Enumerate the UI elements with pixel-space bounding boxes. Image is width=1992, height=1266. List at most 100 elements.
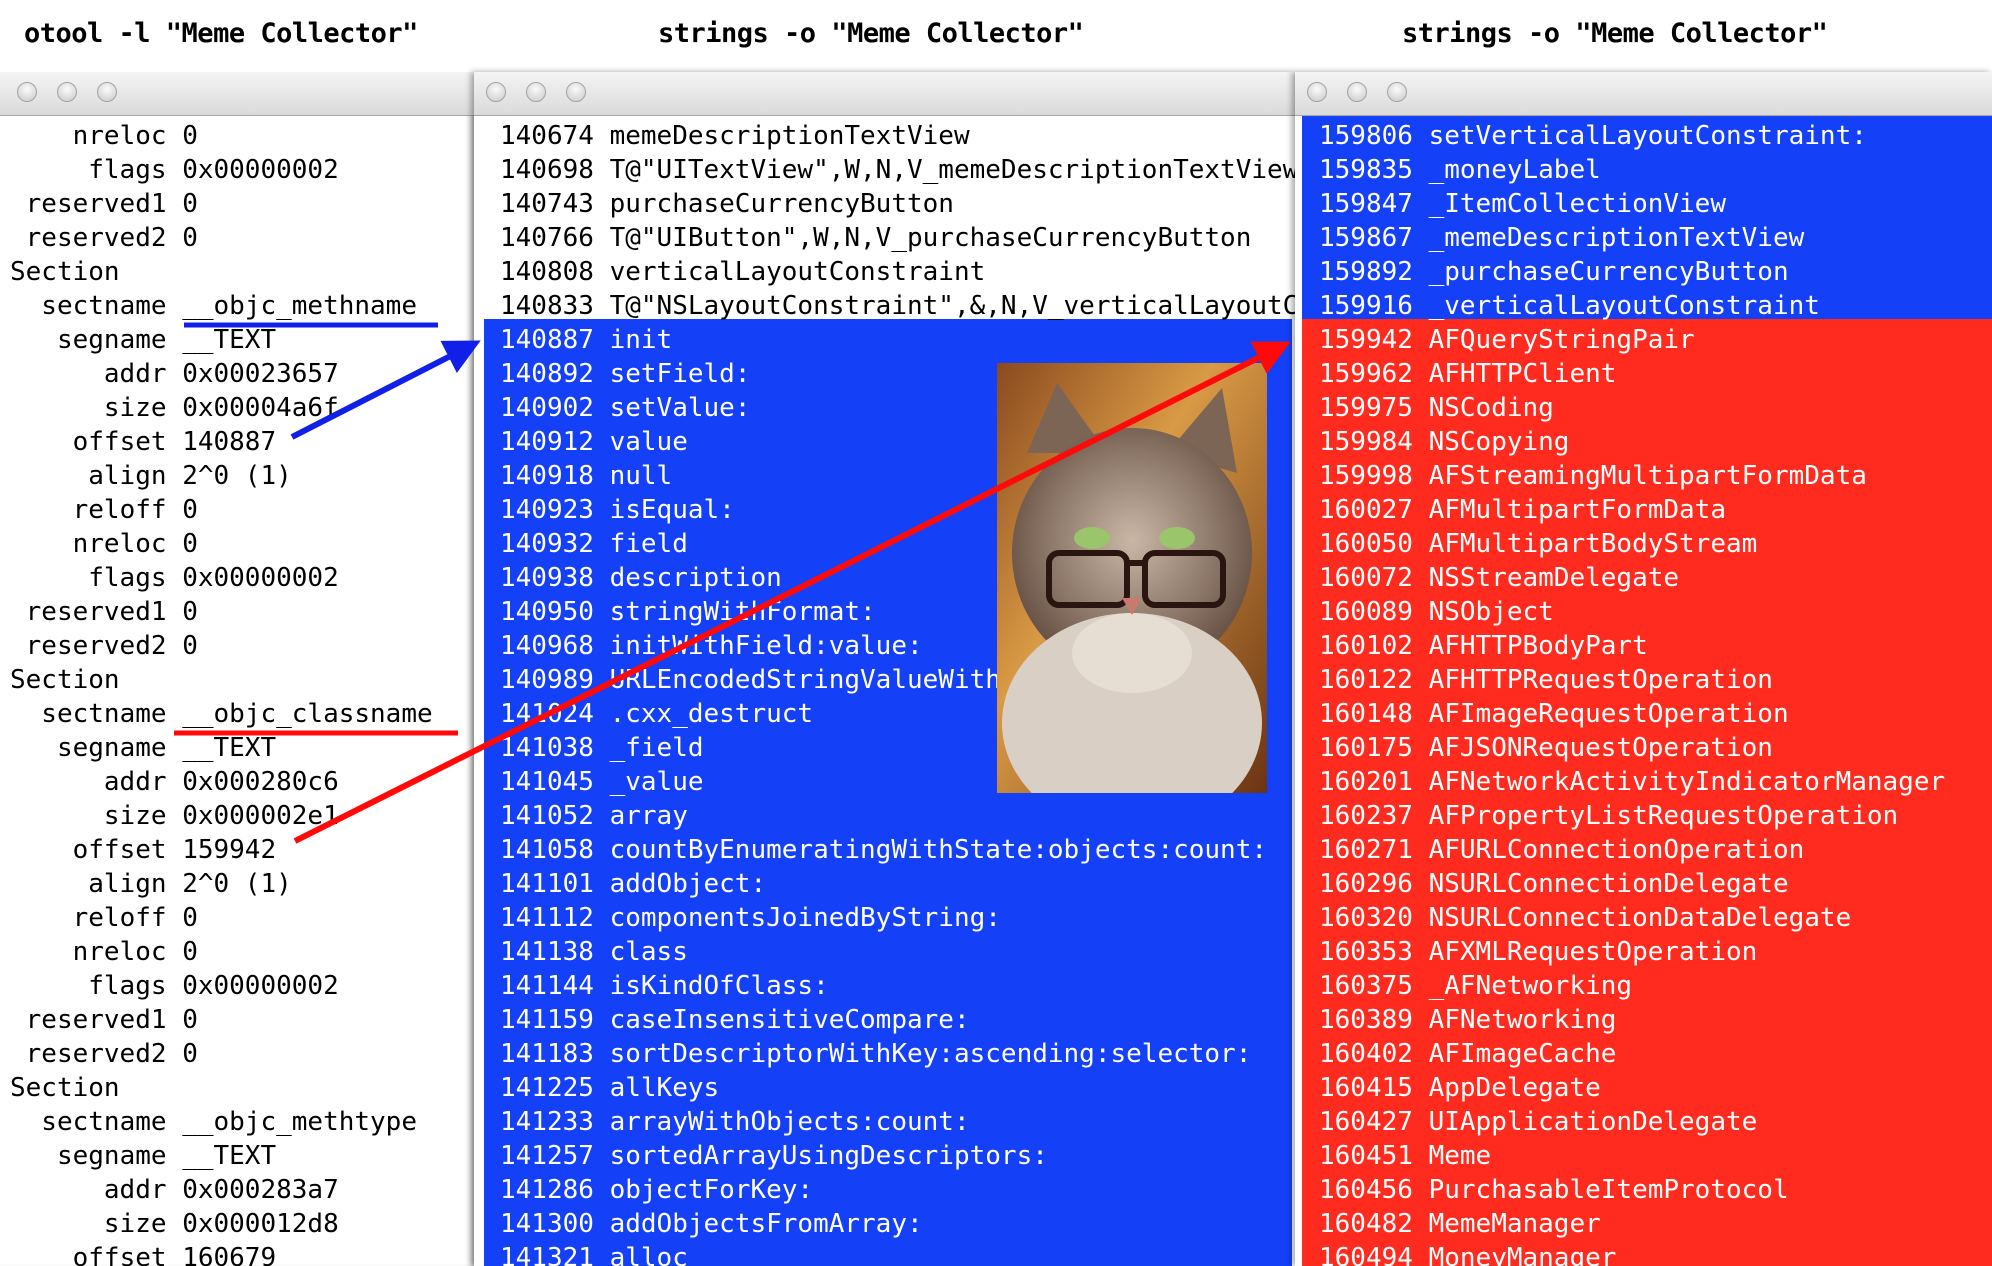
string-offset: 141038 [500, 733, 594, 763]
output-line: size 0x00004a6f [10, 391, 339, 425]
output-line: flags 0x00000002 [10, 969, 338, 1003]
string-value: array [609, 801, 688, 831]
close-button[interactable] [17, 82, 37, 102]
string-offset: 160456 [1319, 1175, 1413, 1205]
window-titlebar[interactable] [0, 72, 474, 116]
string-value: AFNetworking [1428, 1005, 1617, 1035]
string-offset: 141144 [500, 971, 594, 1001]
terminal-output: nreloc 0 flags 0x00000002 reserved1 0 reser… [0, 116, 474, 1266]
string-value: sortDescriptorWithKey:ascending:selector… [609, 1039, 1252, 1069]
string-value: stringWithFormat: [609, 597, 876, 627]
string-offset: 141101 [500, 869, 594, 899]
field-label: reserved1 [25, 1005, 167, 1035]
string-value: NSURLConnectionDataDelegate [1428, 903, 1852, 933]
string-value: AFNetworkActivityIndicatorManager [1428, 767, 1946, 797]
string-value: AFMultipartBodyStream [1428, 529, 1758, 559]
string-value: NSURLConnectionDelegate [1428, 869, 1789, 899]
field-value: __objc_methname [182, 291, 417, 321]
field-label: addr [103, 359, 167, 389]
string-line: 140887 init [500, 323, 672, 357]
field-value: 0x000002e1 [182, 801, 339, 831]
string-offset: 159806 [1319, 121, 1413, 151]
terminal-output: 159806 setVerticalLayoutConstraint: 15983… [1295, 116, 1992, 1266]
string-value: Meme [1428, 1141, 1492, 1171]
string-line: 160494 MoneyManager [1319, 1241, 1616, 1266]
field-value: __objc_methtype [182, 1107, 417, 1137]
string-offset: 159962 [1319, 359, 1413, 389]
field-label: size [103, 1209, 167, 1239]
string-offset: 159998 [1319, 461, 1413, 491]
output-line: reserved1 0 [10, 187, 198, 221]
zoom-button[interactable] [566, 82, 586, 102]
close-button[interactable] [1307, 82, 1327, 102]
string-offset: 141225 [500, 1073, 594, 1103]
field-label: segname [56, 733, 167, 763]
terminal-window-strings-classname: 159806 setVerticalLayoutConstraint: 15983… [1295, 72, 1992, 1266]
string-line: 140833 T@"NSLayoutConstraint",&,N,V_vert… [500, 289, 1295, 323]
close-button[interactable] [486, 82, 506, 102]
string-value: AFHTTPRequestOperation [1428, 665, 1773, 695]
string-offset: 140923 [500, 495, 594, 525]
window-titlebar[interactable] [1295, 72, 1992, 116]
string-value: NSCopying [1428, 427, 1570, 457]
output-line: size 0x000002e1 [10, 799, 339, 833]
minimize-button[interactable] [526, 82, 546, 102]
string-line: 140912 value [500, 425, 688, 459]
field-value: 0 [182, 937, 198, 967]
string-line: 160389 AFNetworking [1319, 1003, 1616, 1037]
string-offset: 160089 [1319, 597, 1413, 627]
string-line: 141038 _field [500, 731, 704, 765]
string-line: 141058 countByEnumeratingWithState:objec… [500, 833, 1267, 867]
string-value: AFHTTPBodyPart [1428, 631, 1648, 661]
field-label: flags [88, 971, 167, 1001]
output-line: align 2^0 (1) [10, 459, 292, 493]
string-line: 160072 NSStreamDelegate [1319, 561, 1679, 595]
string-value: verticalLayoutConstraint [609, 257, 986, 287]
minimize-button[interactable] [57, 82, 77, 102]
field-value: 2^0 (1) [182, 461, 292, 491]
string-value: description [609, 563, 782, 593]
string-line: 160353 AFXMLRequestOperation [1319, 935, 1757, 969]
output-line: segname __TEXT [10, 731, 276, 765]
string-value: AFQueryStringPair [1428, 325, 1695, 355]
field-value: 0x00023657 [182, 359, 339, 389]
window-titlebar[interactable] [474, 72, 1295, 116]
string-line: 140766 T@"UIButton",W,N,V_purchaseCurren… [500, 221, 1251, 255]
output-line: reserved1 0 [10, 595, 198, 629]
string-line: 141052 array [500, 799, 688, 833]
field-label: segname [56, 1141, 167, 1171]
string-offset: 141286 [500, 1175, 594, 1205]
zoom-button[interactable] [1387, 82, 1407, 102]
string-offset: 140938 [500, 563, 594, 593]
string-line: 140902 setValue: [500, 391, 750, 425]
string-offset: 141321 [500, 1243, 594, 1266]
string-value: .cxx_destruct [609, 699, 814, 729]
output-line: flags 0x00000002 [10, 561, 338, 595]
field-label: size [103, 393, 167, 423]
string-offset: 140968 [500, 631, 594, 661]
string-line: 159847 _ItemCollectionView [1319, 187, 1726, 221]
string-value: _AFNetworking [1428, 971, 1633, 1001]
string-offset: 160375 [1319, 971, 1413, 1001]
minimize-button[interactable] [1347, 82, 1367, 102]
string-line: 160122 AFHTTPRequestOperation [1319, 663, 1773, 697]
field-value: 0 [182, 1005, 198, 1035]
field-value: 0 [182, 597, 198, 627]
string-value: _value [609, 767, 704, 797]
string-value: sortedArrayUsingDescriptors: [609, 1141, 1048, 1171]
string-offset: 141045 [500, 767, 594, 797]
output-line: reserved1 0 [10, 1003, 198, 1037]
string-value: countByEnumeratingWithState:objects:coun… [609, 835, 1268, 865]
output-line: segname __TEXT [10, 1139, 276, 1173]
string-line: 159998 AFStreamingMultipartFormData [1319, 459, 1867, 493]
string-offset: 141257 [500, 1141, 594, 1171]
field-value: 0x00000002 [182, 155, 339, 185]
string-value: setVerticalLayoutConstraint: [1428, 121, 1867, 151]
string-offset: 159916 [1319, 291, 1413, 321]
string-line: 140932 field [500, 527, 688, 561]
string-line: 141045 _value [500, 765, 704, 799]
string-line: 141225 allKeys [500, 1071, 719, 1105]
output-line: addr 0x00023657 [10, 357, 339, 391]
zoom-button[interactable] [97, 82, 117, 102]
string-line: 160320 NSURLConnectionDataDelegate [1319, 901, 1851, 935]
